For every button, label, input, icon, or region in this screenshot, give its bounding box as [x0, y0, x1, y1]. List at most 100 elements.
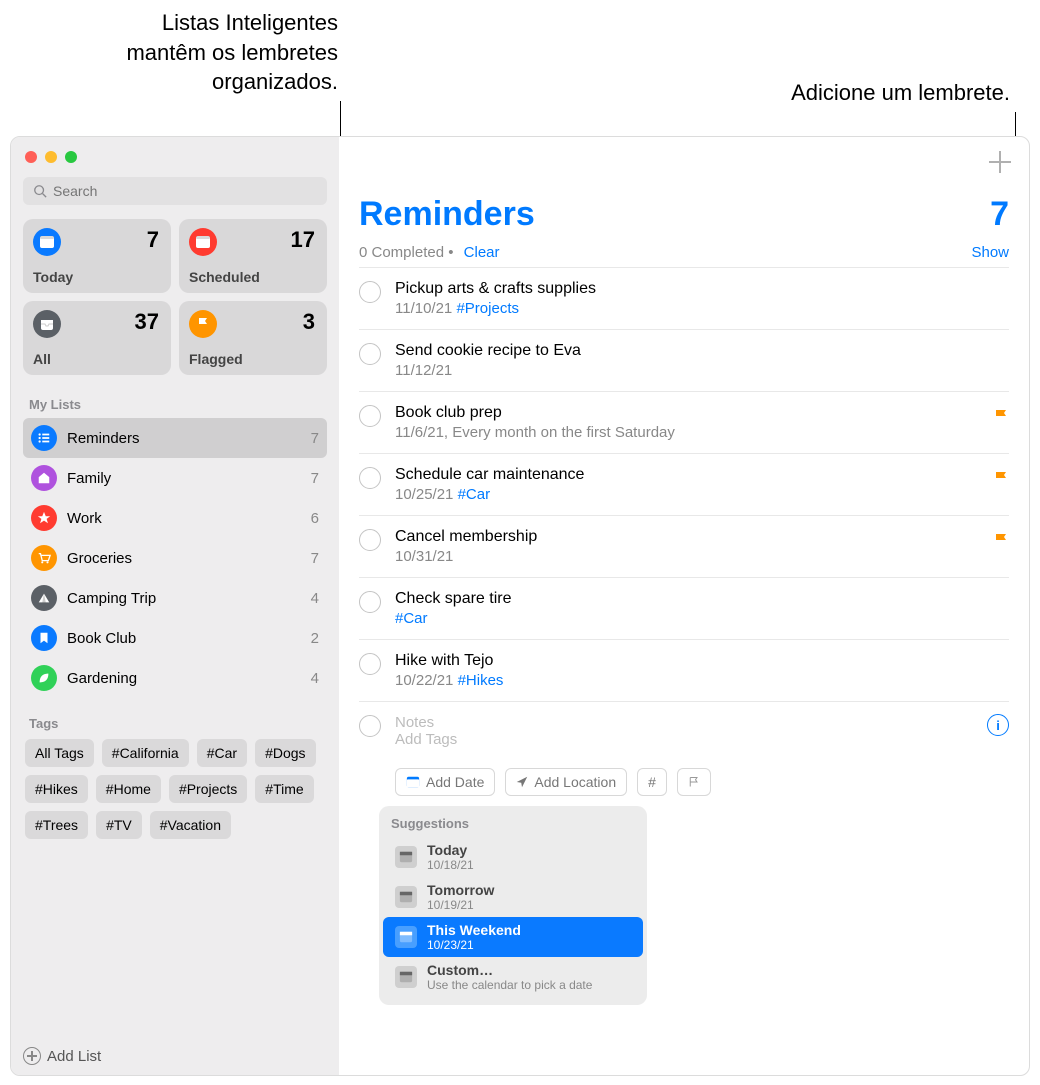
reminder-checkbox[interactable] — [359, 529, 381, 551]
callout-line2: mantêm os lembretes — [78, 38, 338, 68]
reminder-title: Send cookie recipe to Eva — [395, 342, 1009, 360]
tag-car[interactable]: #Car — [197, 739, 247, 767]
suggestion-thisweekend[interactable]: This Weekend10/23/21 — [383, 917, 643, 957]
smart-list-today[interactable]: 7Today — [23, 219, 171, 293]
reminder-tag[interactable]: #Car — [458, 486, 491, 503]
tag-home[interactable]: #Home — [96, 775, 161, 803]
smart-list-flagged[interactable]: 3Flagged — [179, 301, 327, 375]
addtags-placeholder[interactable]: Add Tags — [395, 731, 973, 748]
leaf-icon — [31, 665, 57, 691]
reminder-tag[interactable]: #Car — [395, 610, 428, 627]
search-input[interactable] — [53, 183, 317, 199]
reminder-item[interactable]: Schedule car maintenance10/25/21 #Car — [359, 453, 1009, 515]
sidebar-list-book-club[interactable]: Book Club2 — [23, 618, 327, 658]
list-icon — [31, 425, 57, 451]
calendar-icon — [406, 775, 420, 789]
search-field[interactable] — [23, 177, 327, 205]
list-name: Work — [67, 510, 102, 527]
title-row: Reminders 7 — [359, 195, 1009, 234]
reminder-date: 11/12/21 — [395, 362, 452, 379]
suggestion-label: Custom… — [427, 962, 592, 978]
reminder-tag[interactable]: #Hikes — [458, 672, 504, 689]
add-location-label: Add Location — [534, 774, 616, 790]
tag-alltags[interactable]: All Tags — [25, 739, 94, 767]
reminder-checkbox[interactable] — [359, 715, 381, 737]
sidebar-list-reminders[interactable]: Reminders7 — [23, 418, 327, 458]
reminder-item[interactable]: Book club prep11/6/21, Every month on th… — [359, 391, 1009, 453]
reminder-date: 10/25/21 — [395, 486, 453, 503]
smart-list-all[interactable]: 37All — [23, 301, 171, 375]
plus-circle-icon — [23, 1047, 41, 1065]
reminder-meta: #Car — [395, 610, 1009, 627]
suggestion-sub: 10/23/21 — [427, 938, 521, 952]
tag-california[interactable]: #California — [102, 739, 189, 767]
suggestion-custom[interactable]: Custom…Use the calendar to pick a date — [383, 957, 643, 997]
add-location-button[interactable]: Add Location — [505, 768, 627, 796]
suggestion-today[interactable]: Today10/18/21 — [383, 837, 643, 877]
new-reminder-row[interactable]: Notes Add Tags i — [359, 701, 1009, 760]
sidebar-list-work[interactable]: Work6 — [23, 498, 327, 538]
reminders-list: Pickup arts & crafts supplies11/10/21 #P… — [359, 267, 1009, 701]
my-lists: Reminders7Family7Work6Groceries7Camping … — [23, 418, 327, 698]
sidebar-list-family[interactable]: Family7 — [23, 458, 327, 498]
reminder-checkbox[interactable] — [359, 281, 381, 303]
search-icon — [33, 184, 47, 198]
reminder-title: Cancel membership — [395, 528, 979, 546]
add-date-button[interactable]: Add Date — [395, 768, 495, 796]
tag-time[interactable]: #Time — [255, 775, 313, 803]
home-icon — [31, 465, 57, 491]
reminder-item[interactable]: Check spare tire #Car — [359, 577, 1009, 639]
reminder-item[interactable]: Hike with Tejo10/22/21 #Hikes — [359, 639, 1009, 701]
list-name: Gardening — [67, 670, 137, 687]
tag-trees[interactable]: #Trees — [25, 811, 88, 839]
sidebar-list-camping-trip[interactable]: Camping Trip4 — [23, 578, 327, 618]
reminder-item[interactable]: Pickup arts & crafts supplies11/10/21 #P… — [359, 267, 1009, 329]
clear-completed-button[interactable]: Clear — [464, 244, 500, 261]
suggestion-tomorrow[interactable]: Tomorrow10/19/21 — [383, 877, 643, 917]
tags-list: All Tags #California #Car #Dogs #Hikes #Home #… — [23, 737, 327, 841]
reminder-title: Check spare tire — [395, 590, 1009, 608]
calendar-icon — [189, 228, 217, 256]
info-button[interactable]: i — [987, 714, 1009, 736]
tag-dogs[interactable]: #Dogs — [255, 739, 315, 767]
tag-vacation[interactable]: #Vacation — [150, 811, 231, 839]
reminder-checkbox[interactable] — [359, 467, 381, 489]
reminder-item[interactable]: Cancel membership10/31/21 — [359, 515, 1009, 577]
add-list-button[interactable]: Add List — [23, 1047, 101, 1065]
tag-projects[interactable]: #Projects — [169, 775, 247, 803]
tag-hikes[interactable]: #Hikes — [25, 775, 88, 803]
flag-icon — [993, 408, 1009, 424]
reminder-checkbox[interactable] — [359, 405, 381, 427]
reminder-meta: 11/10/21 #Projects — [395, 300, 1009, 317]
smart-list-scheduled[interactable]: 17Scheduled — [179, 219, 327, 293]
location-icon — [516, 776, 528, 788]
reminder-item[interactable]: Send cookie recipe to Eva 11/12/21 — [359, 329, 1009, 391]
reminder-tag[interactable]: #Projects — [456, 300, 519, 317]
reminder-date: 11/6/21, Every month on the first Saturd… — [395, 424, 675, 441]
zoom-window-button[interactable] — [65, 151, 77, 163]
add-reminder-button[interactable] — [989, 151, 1011, 173]
sidebar-list-groceries[interactable]: Groceries7 — [23, 538, 327, 578]
suggestion-label: This Weekend — [427, 922, 521, 938]
reminder-checkbox[interactable] — [359, 343, 381, 365]
completed-count: 0 Completed — [359, 244, 444, 261]
reminder-meta: 10/25/21 #Car — [395, 486, 979, 503]
hash-icon: # — [648, 774, 656, 790]
suggestion-label: Today — [427, 842, 474, 858]
list-count: 7 — [311, 430, 319, 447]
notes-placeholder[interactable]: Notes — [395, 714, 973, 731]
list-name: Book Club — [67, 630, 136, 647]
close-window-button[interactable] — [25, 151, 37, 163]
sidebar-list-gardening[interactable]: Gardening 4 — [23, 658, 327, 698]
list-name: Family — [67, 470, 111, 487]
list-count: 4 — [311, 670, 319, 687]
tag-tv[interactable]: #TV — [96, 811, 142, 839]
show-completed-button[interactable]: Show — [971, 244, 1009, 261]
add-flag-button[interactable] — [677, 768, 711, 796]
minimize-window-button[interactable] — [45, 151, 57, 163]
add-tag-button[interactable]: # — [637, 768, 667, 796]
suggestion-sub: 10/19/21 — [427, 898, 494, 912]
reminder-checkbox[interactable] — [359, 653, 381, 675]
suggestions-header: Suggestions — [379, 814, 647, 837]
reminder-checkbox[interactable] — [359, 591, 381, 613]
